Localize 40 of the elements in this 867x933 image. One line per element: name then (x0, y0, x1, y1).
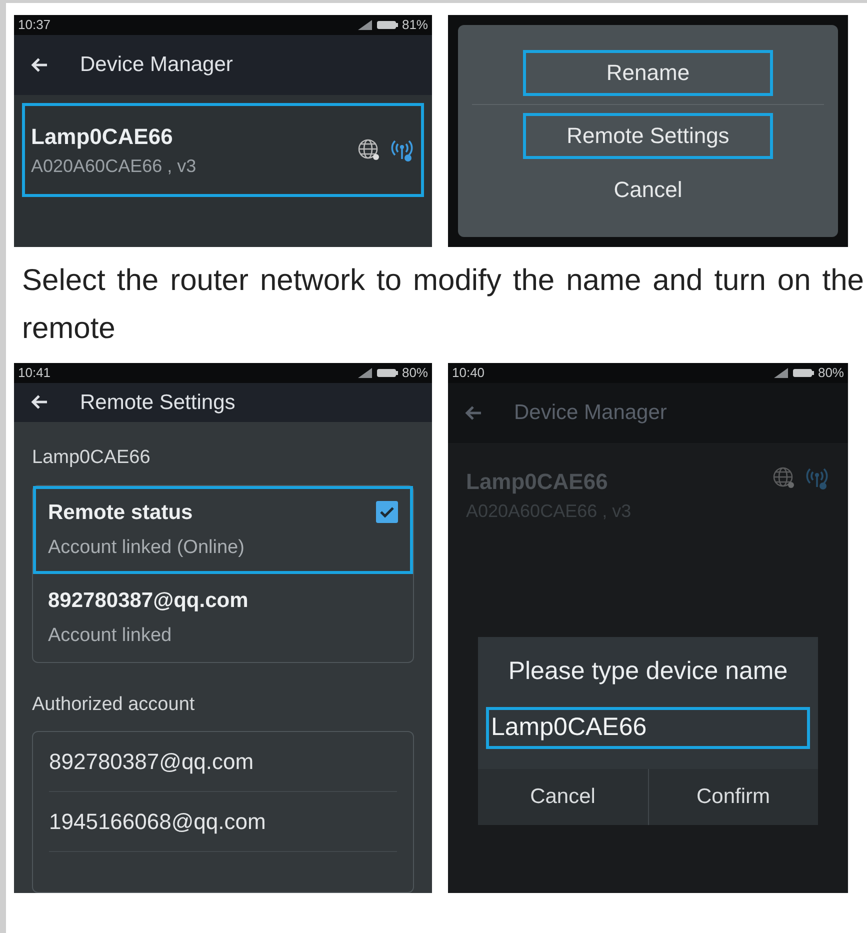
signal-icon (358, 20, 372, 30)
header-title: Remote Settings (80, 390, 236, 416)
battery-icon (376, 20, 398, 30)
menu-option[interactable]: Cancel (523, 166, 773, 212)
account-email[interactable]: 892780387@qq.com (49, 732, 397, 792)
checkbox[interactable] (376, 500, 398, 522)
status-row[interactable]: 892780387@qq.com Account linked (33, 574, 413, 662)
instruction-caption: Select the router network to modify the name and turn on the remote (21, 263, 864, 347)
signal-icon (774, 368, 788, 378)
device-name-input[interactable]: Lamp0CAE66 (486, 706, 810, 748)
battery-icon (376, 368, 398, 378)
device-name: Lamp0CAE66 (31, 123, 174, 151)
signal-icon (358, 368, 372, 378)
device-name: Lamp0CAE66 (466, 468, 609, 496)
dialog-title: Please type device name (507, 656, 789, 687)
device-id: A020A60CAE66 , v3 (31, 155, 196, 178)
row-title: 892780387@qq.com (48, 588, 248, 614)
globe-icon (357, 138, 381, 162)
header-title: Device Manager (80, 52, 233, 78)
row-subtitle: Account linked (Online) (48, 536, 244, 560)
account-email[interactable]: 1945166068@qq.com (49, 792, 397, 852)
header-title: Device Manager (514, 400, 667, 426)
battery-percent: 80% (818, 364, 844, 382)
globe-icon (772, 466, 796, 490)
status-time: 10:41 (18, 364, 51, 382)
dialog-button[interactable]: Cancel (478, 768, 648, 824)
battery-percent: 80% (402, 364, 428, 382)
row-title: Remote status (48, 500, 194, 526)
section-label: Authorized account (32, 692, 196, 716)
status-time: 10:40 (452, 364, 485, 382)
menu-option[interactable]: Remote Settings (523, 112, 773, 158)
battery-percent: 81% (402, 16, 428, 34)
battery-icon (792, 368, 814, 378)
menu-option[interactable]: Rename (523, 50, 773, 96)
device-label: Lamp0CAE66 (32, 446, 152, 470)
status-row[interactable]: Remote status Account linked (Online) (33, 486, 413, 574)
status-time: 10:37 (18, 16, 51, 34)
dialog-button[interactable]: Confirm (648, 768, 818, 824)
device-list-item[interactable]: Lamp0CAE66 A020A60CAE66 , v3 (22, 103, 424, 197)
row-subtitle: Account linked (48, 624, 173, 648)
